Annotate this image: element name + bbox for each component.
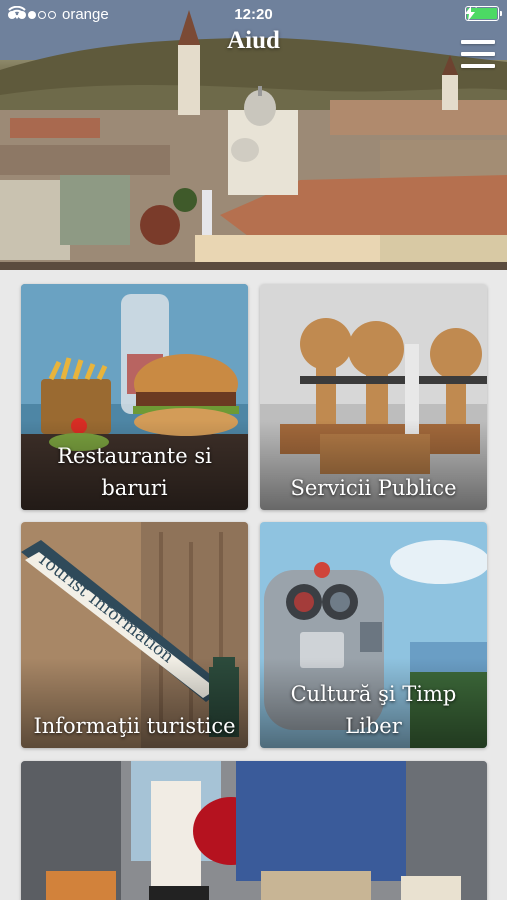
tile-shopping[interactable]	[21, 761, 487, 900]
tile-servicii-publice[interactable]: Servicii Publice	[260, 284, 487, 510]
hero-image: orange 12:20 Aiud	[0, 0, 507, 270]
tile-label: Cultură şi Timp Liber	[290, 682, 457, 738]
clock: 12:20	[234, 6, 273, 23]
charging-bolt-icon	[465, 6, 475, 21]
tile-label: Informaţii turistice	[33, 714, 236, 738]
tile-cultura-si-timp-liber[interactable]: Cultură şi Timp Liber	[260, 522, 487, 748]
hamburger-icon	[461, 40, 495, 44]
status-bar: orange 12:20	[0, 0, 507, 30]
tile-label: Restaurante si baruri	[57, 444, 212, 500]
shopping-couple-photo	[21, 761, 487, 900]
category-grid: Restaurante si baruri Servicii Publice T…	[0, 270, 507, 900]
page-title: Aiud	[227, 27, 280, 54]
status-right-group	[465, 6, 502, 21]
tile-label: Servicii Publice	[290, 476, 457, 500]
hamburger-menu-button[interactable]	[461, 40, 495, 68]
tile-restaurante-si-baruri[interactable]: Restaurante si baruri	[21, 284, 248, 510]
tile-informatii-turistice[interactable]: Tourist Information Informaţii turistice	[21, 522, 248, 748]
